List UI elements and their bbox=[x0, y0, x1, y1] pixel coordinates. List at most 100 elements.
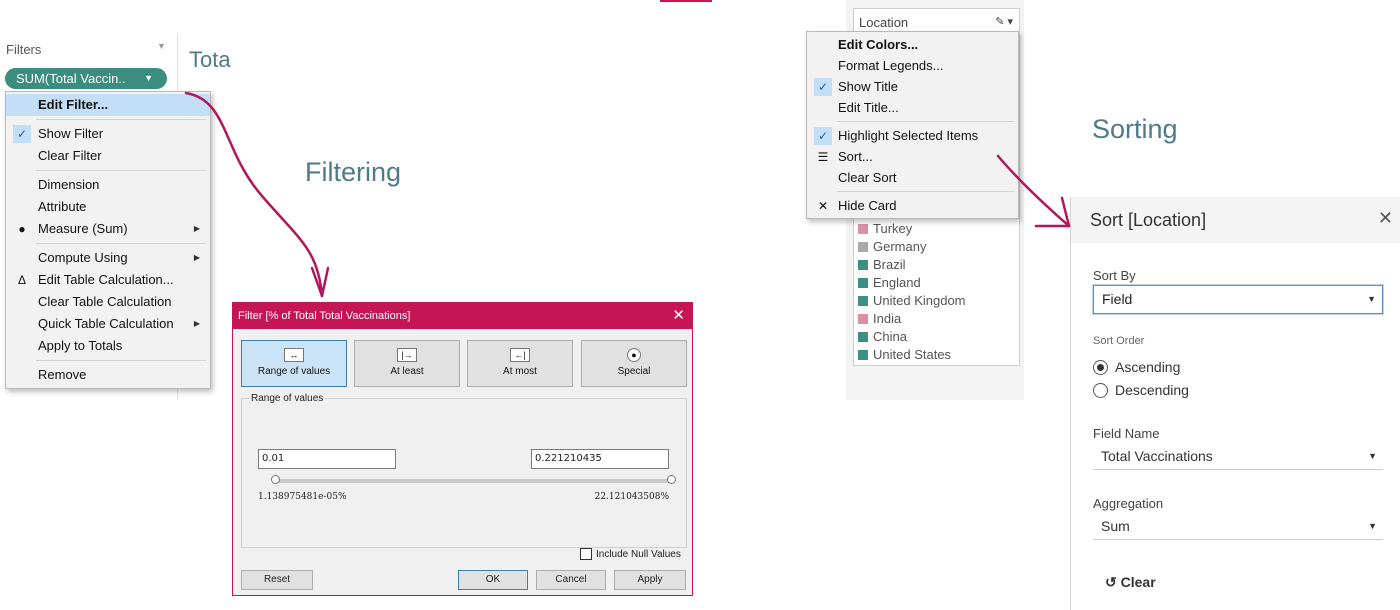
swatch-icon bbox=[858, 260, 868, 270]
range-slider-min-handle[interactable] bbox=[271, 475, 280, 484]
special-icon: ● bbox=[627, 348, 641, 362]
field-name-select[interactable]: Total Vaccinations ▼ bbox=[1093, 445, 1383, 470]
menu-item-highlight-selected-items[interactable]: ✓ Highlight Selected Items bbox=[807, 125, 1018, 146]
menu-item-remove[interactable]: Remove bbox=[6, 364, 210, 386]
legend-item-brazil[interactable]: Brazil bbox=[858, 256, 906, 274]
filter-pill[interactable]: SUM(Total Vaccin.. ▼ bbox=[5, 68, 167, 89]
delta-icon: Δ bbox=[17, 273, 26, 287]
range-min-input[interactable]: 0.01 bbox=[258, 449, 396, 469]
range-max-input[interactable]: 0.221210435 bbox=[531, 449, 669, 469]
menu-item-sort[interactable]: ☰ Sort... bbox=[807, 146, 1018, 167]
chevron-down-icon[interactable]: ▾ bbox=[1007, 16, 1013, 28]
range-max-label: 22.121043508% bbox=[594, 492, 669, 502]
menu-item-show-filter[interactable]: ✓ Show Filter bbox=[6, 123, 210, 145]
ok-button[interactable]: OK bbox=[458, 570, 528, 590]
swatch-icon bbox=[858, 242, 868, 252]
checkmark-icon: ✓ bbox=[814, 127, 832, 145]
undo-icon: ↺ bbox=[1105, 574, 1117, 590]
legend-item-germany[interactable]: Germany bbox=[858, 238, 926, 256]
include-null-checkbox[interactable]: Include Null Values bbox=[580, 548, 681, 560]
menu-item-edit-title[interactable]: Edit Title... bbox=[807, 97, 1018, 118]
range-group-label: Range of values bbox=[249, 393, 326, 404]
reset-button[interactable]: Reset bbox=[241, 570, 313, 590]
cancel-button[interactable]: Cancel bbox=[536, 570, 606, 590]
menu-item-label: Dimension bbox=[38, 177, 100, 192]
menu-item-clear-sort[interactable]: Clear Sort bbox=[807, 167, 1018, 188]
swatch-icon bbox=[858, 296, 868, 306]
chevron-down-icon: ▼ bbox=[1368, 451, 1377, 461]
legend-tools[interactable]: ✎ ▾ bbox=[995, 15, 1013, 28]
chevron-down-icon[interactable]: ▼ bbox=[144, 68, 153, 89]
menu-item-clear-filter[interactable]: Clear Filter bbox=[6, 145, 210, 167]
sort-by-value: Field bbox=[1102, 291, 1133, 307]
legend-item-england[interactable]: England bbox=[858, 274, 921, 292]
legend-item-label: United Kingdom bbox=[873, 293, 966, 308]
sort-order-label: Sort Order bbox=[1093, 335, 1145, 347]
radio-unselected-icon[interactable] bbox=[1093, 383, 1108, 398]
menu-separator bbox=[36, 243, 206, 244]
clear-button[interactable]: ↺ Clear bbox=[1105, 574, 1156, 591]
aggregation-select[interactable]: Sum ▼ bbox=[1093, 515, 1383, 540]
radio-selected-icon[interactable] bbox=[1093, 360, 1108, 375]
sort-by-select[interactable]: Field ▼ bbox=[1093, 285, 1383, 314]
filtering-arrowhead bbox=[310, 266, 330, 298]
swatch-icon bbox=[858, 224, 868, 234]
close-icon: ✕ bbox=[817, 199, 829, 213]
menu-item-edit-colors[interactable]: Edit Colors... bbox=[807, 34, 1018, 55]
close-icon[interactable]: ✕ bbox=[1378, 208, 1393, 229]
menu-item-label: Quick Table Calculation bbox=[38, 316, 174, 331]
mode-special-button[interactable]: ● Special bbox=[581, 340, 687, 387]
apply-button[interactable]: Apply bbox=[614, 570, 686, 590]
menu-item-dimension[interactable]: Dimension bbox=[6, 174, 210, 196]
menu-item-edit-filter[interactable]: Edit Filter... bbox=[6, 94, 210, 116]
menu-item-format-legends[interactable]: Format Legends... bbox=[807, 55, 1018, 76]
legend-item-china[interactable]: China bbox=[858, 328, 907, 346]
menu-item-label: Sort... bbox=[838, 149, 873, 164]
filter-dialog-title: Filter [% of Total Total Vaccinations] bbox=[238, 310, 411, 322]
legend-item-turkey[interactable]: Turkey bbox=[858, 220, 912, 238]
menu-item-apply-to-totals[interactable]: Apply to Totals bbox=[6, 335, 210, 357]
mode-at-most-button[interactable]: ←| At most bbox=[467, 340, 573, 387]
range-of-values-group: Range of values bbox=[241, 393, 687, 548]
legend-item-united-kingdom[interactable]: United Kingdom bbox=[858, 292, 966, 310]
menu-item-clear-table-calculation[interactable]: Clear Table Calculation bbox=[6, 291, 210, 313]
field-name-label: Field Name bbox=[1093, 426, 1160, 441]
menu-separator bbox=[36, 119, 206, 120]
chevron-right-icon: ▶ bbox=[193, 253, 200, 262]
range-slider-max-handle[interactable] bbox=[667, 475, 676, 484]
menu-item-quick-table-calculation[interactable]: Quick Table Calculation ▶ bbox=[6, 313, 210, 335]
menu-item-label: Remove bbox=[38, 367, 87, 382]
menu-separator bbox=[837, 121, 1014, 122]
menu-item-label: Highlight Selected Items bbox=[838, 128, 979, 143]
descending-radio[interactable]: Descending bbox=[1093, 382, 1189, 398]
filter-dialog-titlebar: Filter [% of Total Total Vaccinations] ✕ bbox=[233, 303, 692, 329]
menu-item-measure[interactable]: ● Measure (Sum) ▶ bbox=[6, 218, 210, 240]
mode-label: At least bbox=[390, 366, 424, 377]
menu-separator bbox=[36, 170, 206, 171]
menu-separator bbox=[837, 191, 1014, 192]
ascending-radio[interactable]: Ascending bbox=[1093, 359, 1180, 375]
checkbox-box[interactable] bbox=[580, 548, 592, 560]
close-icon[interactable]: ✕ bbox=[672, 303, 685, 329]
chevron-down-icon[interactable]: ▼ bbox=[157, 41, 166, 51]
sort-icon: ☰ bbox=[817, 150, 829, 164]
range-min-label: 1.138975481e-05% bbox=[258, 492, 347, 502]
menu-item-hide-card[interactable]: ✕ Hide Card bbox=[807, 195, 1018, 216]
legend-item-india[interactable]: India bbox=[858, 310, 901, 328]
menu-item-attribute[interactable]: Attribute bbox=[6, 196, 210, 218]
chevron-right-icon: ▶ bbox=[193, 224, 200, 233]
menu-item-show-title[interactable]: ✓ Show Title bbox=[807, 76, 1018, 97]
mode-at-least-button[interactable]: |→ At least bbox=[354, 340, 460, 387]
mode-range-of-values-button[interactable]: ↔ Range of values bbox=[241, 340, 347, 387]
range-slider-track[interactable] bbox=[275, 479, 671, 483]
menu-item-compute-using[interactable]: Compute Using ▶ bbox=[6, 247, 210, 269]
legend-item-united-states[interactable]: United States bbox=[858, 346, 951, 364]
sorting-heading: Sorting bbox=[1092, 114, 1178, 144]
top-accent-bar bbox=[660, 0, 712, 2]
filter-context-menu: Edit Filter... ✓ Show Filter Clear Filter… bbox=[5, 91, 211, 389]
aggregation-label: Aggregation bbox=[1093, 496, 1164, 511]
legend-item-label: China bbox=[873, 329, 907, 344]
clear-label: Clear bbox=[1120, 574, 1156, 590]
menu-item-edit-table-calculation[interactable]: Δ Edit Table Calculation... bbox=[6, 269, 210, 291]
highlight-pen-icon[interactable]: ✎ bbox=[995, 16, 1004, 28]
